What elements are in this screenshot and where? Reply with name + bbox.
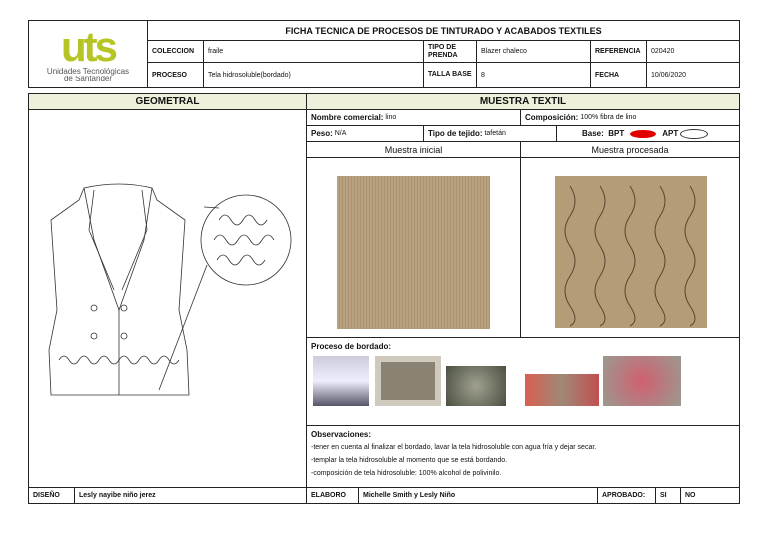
logo-subtitle: Unidades Tecnológicas bbox=[46, 66, 130, 76]
process-photo-3 bbox=[446, 366, 506, 406]
coleccion-value: fraile bbox=[203, 40, 424, 63]
elaboro-label: ELABORO bbox=[306, 487, 359, 504]
aprobado-si[interactable]: SI bbox=[655, 487, 681, 504]
fabric-initial-image bbox=[337, 176, 490, 329]
vest-drawing bbox=[48, 183, 292, 396]
nombre-value: lino bbox=[385, 114, 397, 121]
document-title: FICHA TECNICA DE PROCESOS DE TINTURADO Y… bbox=[147, 20, 740, 41]
proceso-bordado-label: Proceso de bordado: bbox=[311, 342, 392, 351]
base-label: Base: bbox=[582, 129, 604, 138]
nombre-label: Nombre comercial: bbox=[311, 113, 384, 122]
nombre-row: Nombre comercial: lino bbox=[306, 109, 521, 126]
bpt-radio[interactable] bbox=[630, 129, 657, 138]
logo: uts Unidades Tecnológicas de Santander bbox=[28, 20, 148, 88]
composicion-value: 100% fibra de lino bbox=[580, 114, 637, 121]
embroidery-pattern bbox=[564, 185, 696, 327]
tejido-row: Tipo de tejido: tafetán bbox=[423, 125, 557, 142]
logo-mark: uts bbox=[61, 22, 118, 70]
observacion-item: -templar la tela hidrosoluble al momento… bbox=[311, 457, 508, 464]
muestra-inicial-cell bbox=[306, 157, 521, 338]
proceso-bordado-cell: Proceso de bordado: bbox=[306, 337, 740, 426]
observacion-item: -composición de tela hidrosoluble: 100% … bbox=[311, 470, 502, 477]
observaciones-title: Observaciones: bbox=[311, 430, 372, 439]
apt-label: APT bbox=[662, 129, 679, 138]
process-photo-4 bbox=[525, 374, 599, 406]
referencia-label: REFERENCIA bbox=[590, 40, 647, 63]
diseno-label: DISEÑO bbox=[28, 487, 75, 504]
diseno-value: Lesly nayibe niño jerez bbox=[74, 487, 307, 504]
muestra-inicial-label: Muestra inicial bbox=[306, 141, 521, 158]
composicion-row: Composición: 100% fibra de lino bbox=[520, 109, 740, 126]
muestra-title: MUESTRA TEXTIL bbox=[306, 93, 740, 110]
referencia-value: 020420 bbox=[646, 40, 740, 63]
tejido-label: Tipo de tejido: bbox=[428, 129, 483, 138]
process-photo-5 bbox=[603, 356, 681, 406]
logo-subtitle-2: de Santander bbox=[63, 75, 113, 82]
process-photo-1 bbox=[313, 356, 369, 406]
tipo-label: TIPO DE PRENDA bbox=[423, 40, 477, 63]
muestra-procesada-cell bbox=[520, 157, 740, 338]
geometral-title: GEOMETRAL bbox=[28, 93, 307, 110]
proceso-label: PROCESO bbox=[147, 62, 204, 88]
aprobado-label: APROBADO: bbox=[597, 487, 656, 504]
talla-label: TALLA BASE bbox=[423, 62, 477, 88]
peso-value: N/A bbox=[334, 130, 347, 137]
peso-row: Peso: N/A bbox=[306, 125, 424, 142]
talla-value: 8 bbox=[476, 62, 591, 88]
tipo-value: Blazer chaleco bbox=[476, 40, 591, 63]
fecha-value: 10/06/2020 bbox=[646, 62, 740, 88]
proceso-value: Tela hidrosoluble(bordado) bbox=[203, 62, 424, 88]
fabric-processed-image bbox=[555, 176, 707, 328]
elaboro-value: Michelle Smith y Lesly Niño bbox=[358, 487, 598, 504]
observacion-item: -tener en cuenta al finalizar el bordado… bbox=[311, 444, 597, 451]
base-row: Base: BPT APT bbox=[556, 125, 740, 142]
bpt-label: BPT bbox=[608, 129, 625, 138]
aprobado-no[interactable]: NO bbox=[680, 487, 740, 504]
process-photo-2 bbox=[375, 356, 441, 406]
peso-label: Peso: bbox=[311, 129, 333, 138]
muestra-procesada-label: Muestra procesada bbox=[520, 141, 740, 158]
observaciones-cell: Observaciones: -tener en cuenta al final… bbox=[306, 425, 740, 488]
apt-radio[interactable] bbox=[680, 128, 709, 139]
tejido-value: tafetán bbox=[484, 130, 506, 137]
fecha-label: FECHA bbox=[590, 62, 647, 88]
geometral-panel bbox=[28, 109, 307, 488]
composicion-label: Composición: bbox=[525, 113, 579, 122]
coleccion-label: COLECCION bbox=[147, 40, 204, 63]
